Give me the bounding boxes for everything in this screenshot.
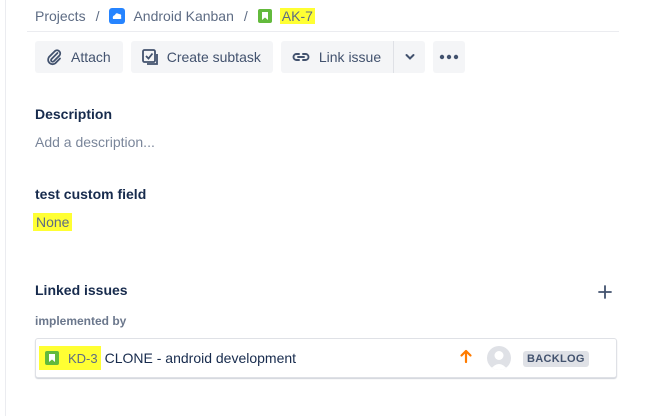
header-divider — [27, 31, 619, 32]
more-actions-button[interactable] — [433, 41, 466, 73]
breadcrumb: Projects / Android Kanban / AK-7 — [35, 5, 315, 27]
link-icon — [292, 53, 310, 61]
linked-issue-row[interactable]: KD-3 CLONE - android development BACKLOG — [35, 338, 617, 378]
attach-label: Attach — [71, 49, 111, 65]
panel-left-border — [5, 0, 6, 416]
story-icon — [257, 9, 272, 23]
link-issue-group: Link issue — [280, 41, 426, 73]
link-issue-label: Link issue — [318, 49, 382, 65]
assignee-avatar-icon[interactable] — [487, 346, 511, 370]
linked-issues-heading: Linked issues — [35, 282, 128, 298]
breadcrumb-issue-key[interactable]: AK-7 — [279, 8, 315, 24]
story-icon — [45, 351, 59, 365]
description-heading: Description — [35, 106, 113, 122]
breadcrumb-separator: / — [95, 8, 100, 24]
linked-issue-summary[interactable]: CLONE - android development — [105, 350, 296, 366]
custom-field-heading: test custom field — [35, 186, 147, 202]
link-issue-dropdown-button[interactable] — [393, 41, 426, 73]
create-subtask-button[interactable]: Create subtask — [130, 41, 273, 73]
breadcrumb-separator: / — [243, 8, 248, 24]
breadcrumb-project[interactable]: Android Kanban — [133, 8, 233, 24]
paperclip-icon — [47, 49, 62, 66]
issue-key-highlight: KD-3 — [39, 346, 101, 370]
linked-issue-key[interactable]: KD-3 — [68, 351, 98, 366]
more-horizontal-icon — [439, 54, 459, 60]
priority-high-icon — [459, 348, 473, 369]
status-badge[interactable]: BACKLOG — [523, 351, 589, 367]
project-avatar-icon — [109, 8, 126, 24]
plus-icon — [598, 285, 612, 299]
description-input[interactable]: Add a description... — [35, 134, 155, 150]
link-relation-label: implemented by — [35, 314, 127, 328]
add-linked-issue-button[interactable] — [596, 283, 614, 301]
create-subtask-label: Create subtask — [166, 49, 261, 65]
issue-toolbar: Attach Create subtask Link issue — [35, 41, 466, 73]
attach-button[interactable]: Attach — [35, 41, 123, 73]
custom-field-value[interactable]: None — [33, 213, 73, 231]
link-issue-button[interactable]: Link issue — [280, 41, 394, 73]
breadcrumb-projects[interactable]: Projects — [35, 8, 86, 24]
chevron-down-icon — [405, 54, 415, 60]
subtask-icon — [141, 49, 158, 65]
